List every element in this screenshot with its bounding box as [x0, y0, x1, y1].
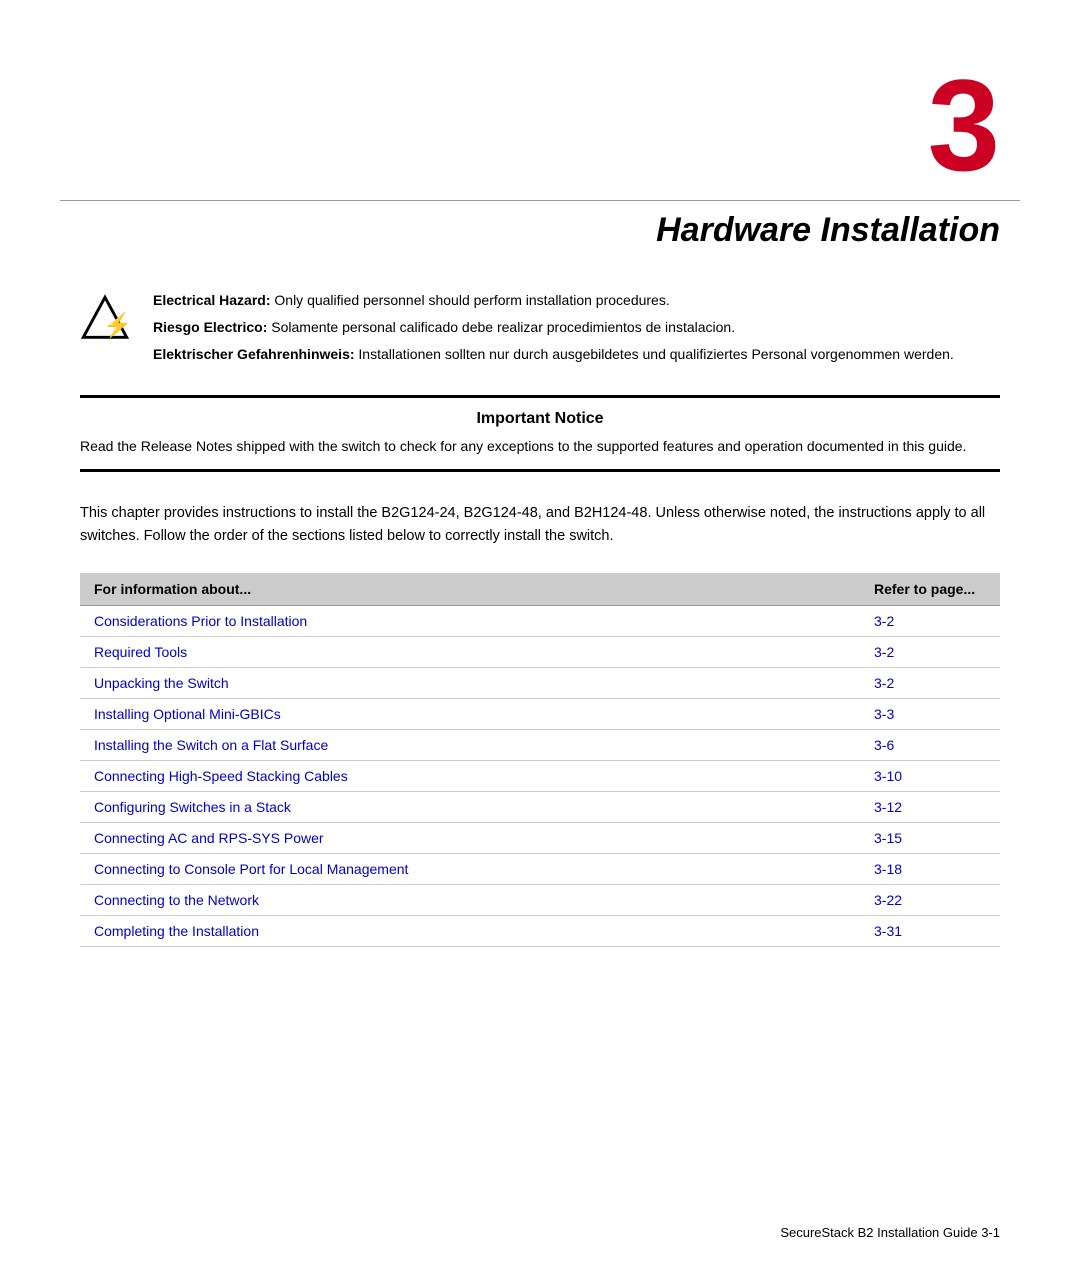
table-row: Unpacking the Switch 3-2: [80, 668, 1000, 699]
toc-topic-cell[interactable]: Connecting to the Network: [80, 885, 860, 916]
toc-page-ref[interactable]: 3-6: [860, 730, 1000, 761]
toc-link[interactable]: Installing Optional Mini-GBICs: [94, 706, 281, 722]
intro-paragraph: This chapter provides instructions to in…: [80, 502, 1000, 548]
chapter-number: 3: [928, 52, 1000, 198]
table-row: Completing the Installation 3-31: [80, 916, 1000, 947]
toc-page-link[interactable]: 3-3: [874, 706, 894, 722]
toc-col1-header: For information about...: [80, 573, 860, 606]
toc-page-link[interactable]: 3-15: [874, 830, 902, 846]
toc-topic-cell[interactable]: Connecting AC and RPS-SYS Power: [80, 823, 860, 854]
toc-topic-cell[interactable]: Configuring Switches in a Stack: [80, 792, 860, 823]
electrical-hazard-icon: ⚡: [80, 294, 135, 349]
warning-spanish: Riesgo Electrico: Solamente personal cal…: [153, 317, 1000, 338]
page-container: 3 Hardware Installation ⚡ Electrical Haz…: [0, 0, 1080, 1270]
chapter-title-area: Hardware Installation: [0, 201, 1080, 290]
footer-text: SecureStack B2 Installation Guide 3-1: [780, 1225, 1000, 1240]
toc-link[interactable]: Considerations Prior to Installation: [94, 613, 307, 629]
chapter-number-area: 3: [0, 0, 1080, 200]
toc-page-ref[interactable]: 3-3: [860, 699, 1000, 730]
toc-page-ref[interactable]: 3-2: [860, 668, 1000, 699]
toc-page-link[interactable]: 3-2: [874, 675, 894, 691]
toc-link[interactable]: Connecting to the Network: [94, 892, 259, 908]
table-row: Connecting High-Speed Stacking Cables 3-1…: [80, 761, 1000, 792]
toc-page-ref[interactable]: 3-12: [860, 792, 1000, 823]
toc-page-ref[interactable]: 3-2: [860, 637, 1000, 668]
toc-link[interactable]: Connecting AC and RPS-SYS Power: [94, 830, 324, 846]
content-area: ⚡ Electrical Hazard: Only qualified pers…: [0, 290, 1080, 947]
toc-page-link[interactable]: 3-18: [874, 861, 902, 877]
table-row: Installing the Switch on a Flat Surface 3…: [80, 730, 1000, 761]
toc-link[interactable]: Connecting High-Speed Stacking Cables: [94, 768, 348, 784]
table-row: Connecting AC and RPS-SYS Power 3-15: [80, 823, 1000, 854]
chapter-title: Hardware Installation: [656, 211, 1000, 249]
table-row: Configuring Switches in a Stack 3-12: [80, 792, 1000, 823]
toc-link[interactable]: Unpacking the Switch: [94, 675, 229, 691]
toc-topic-cell[interactable]: Required Tools: [80, 637, 860, 668]
table-row: Connecting to the Network 3-22: [80, 885, 1000, 916]
svg-text:⚡: ⚡: [103, 311, 130, 339]
toc-page-link[interactable]: 3-6: [874, 737, 894, 753]
toc-topic-cell[interactable]: Connecting High-Speed Stacking Cables: [80, 761, 860, 792]
toc-page-link[interactable]: 3-2: [874, 613, 894, 629]
toc-link[interactable]: Required Tools: [94, 644, 187, 660]
warning-text-block: Electrical Hazard: Only qualified person…: [153, 290, 1000, 365]
important-notice-section: Important Notice Read the Release Notes …: [80, 395, 1000, 472]
toc-topic-cell[interactable]: Considerations Prior to Installation: [80, 606, 860, 637]
warning-box: ⚡ Electrical Hazard: Only qualified pers…: [80, 290, 1000, 375]
toc-page-link[interactable]: 3-31: [874, 923, 902, 939]
toc-page-ref[interactable]: 3-2: [860, 606, 1000, 637]
toc-page-ref[interactable]: 3-22: [860, 885, 1000, 916]
toc-topic-cell[interactable]: Completing the Installation: [80, 916, 860, 947]
page-footer: SecureStack B2 Installation Guide 3-1: [780, 1225, 1000, 1240]
toc-link[interactable]: Connecting to Console Port for Local Man…: [94, 861, 408, 877]
toc-page-link[interactable]: 3-12: [874, 799, 902, 815]
table-row: Installing Optional Mini-GBICs 3-3: [80, 699, 1000, 730]
toc-topic-cell[interactable]: Unpacking the Switch: [80, 668, 860, 699]
important-notice-title: Important Notice: [80, 410, 1000, 428]
toc-page-ref[interactable]: 3-31: [860, 916, 1000, 947]
toc-col2-header: Refer to page...: [860, 573, 1000, 606]
table-row: Required Tools 3-2: [80, 637, 1000, 668]
toc-topic-cell[interactable]: Connecting to Console Port for Local Man…: [80, 854, 860, 885]
table-row: Connecting to Console Port for Local Man…: [80, 854, 1000, 885]
toc-link[interactable]: Completing the Installation: [94, 923, 259, 939]
warning-english: Electrical Hazard: Only qualified person…: [153, 290, 1000, 311]
warning-german: Elektrischer Gefahrenhinweis: Installati…: [153, 344, 1000, 365]
toc-link[interactable]: Configuring Switches in a Stack: [94, 799, 291, 815]
toc-link[interactable]: Installing the Switch on a Flat Surface: [94, 737, 328, 753]
toc-page-ref[interactable]: 3-10: [860, 761, 1000, 792]
toc-page-link[interactable]: 3-2: [874, 644, 894, 660]
toc-page-ref[interactable]: 3-15: [860, 823, 1000, 854]
toc-table: For information about... Refer to page..…: [80, 573, 1000, 947]
toc-topic-cell[interactable]: Installing Optional Mini-GBICs: [80, 699, 860, 730]
toc-topic-cell[interactable]: Installing the Switch on a Flat Surface: [80, 730, 860, 761]
toc-page-link[interactable]: 3-22: [874, 892, 902, 908]
toc-page-ref[interactable]: 3-18: [860, 854, 1000, 885]
important-notice-text: Read the Release Notes shipped with the …: [80, 436, 1000, 457]
toc-page-link[interactable]: 3-10: [874, 768, 902, 784]
table-row: Considerations Prior to Installation 3-2: [80, 606, 1000, 637]
